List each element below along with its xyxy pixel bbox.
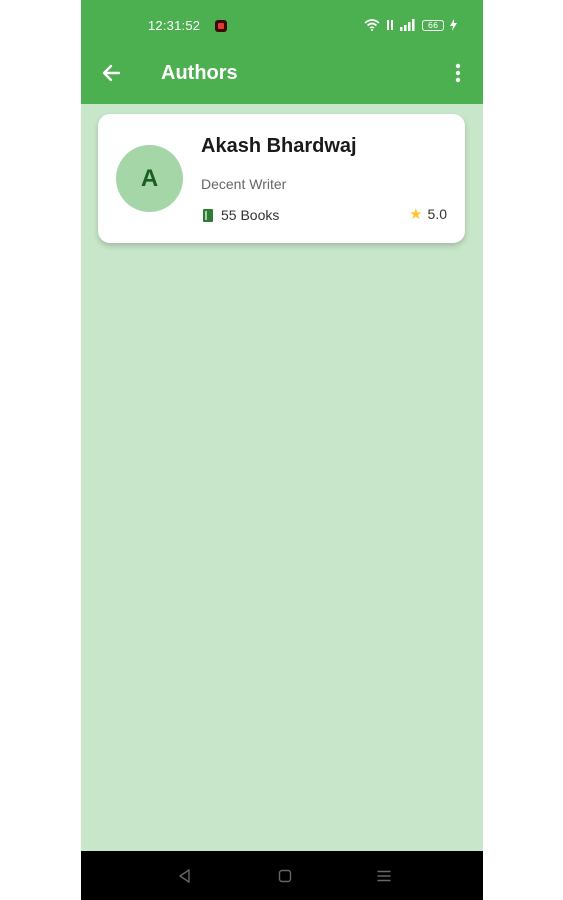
avatar-initial: A	[140, 164, 159, 192]
nav-back-button[interactable]	[174, 865, 196, 887]
app-bar: 12:31:52 66 Authors	[81, 0, 483, 104]
rating-value: 5.0	[427, 206, 447, 222]
battery-level: 66	[427, 20, 439, 30]
home-square-icon	[278, 869, 292, 883]
back-triangle-icon	[179, 869, 190, 883]
notification-app-icon	[215, 20, 227, 32]
data-arrows-icon	[387, 20, 393, 30]
more-vert-icon	[455, 63, 461, 83]
status-indicators: 66	[364, 16, 457, 34]
nav-recents-button[interactable]	[373, 865, 395, 887]
overflow-menu-button[interactable]	[447, 59, 469, 87]
wifi-icon	[364, 19, 380, 31]
star-icon: ★	[409, 205, 423, 223]
books-count: 55 Books	[203, 207, 279, 223]
recents-menu-icon	[377, 870, 391, 882]
back-button[interactable]	[97, 59, 125, 87]
nav-home-button[interactable]	[274, 865, 296, 887]
status-time: 12:31:52	[148, 18, 201, 33]
battery-icon: 66	[422, 19, 444, 31]
author-rating: ★ 5.0	[409, 206, 447, 222]
author-list: A Akash Bhardwaj Decent Writer 55 Books …	[81, 104, 483, 851]
author-description: Decent Writer	[201, 176, 287, 192]
author-card[interactable]: A Akash Bhardwaj Decent Writer 55 Books …	[98, 114, 465, 243]
books-count-label: 55 Books	[221, 207, 280, 223]
book-icon	[203, 208, 213, 222]
charging-bolt-icon	[450, 19, 457, 31]
signal-icon	[400, 19, 415, 31]
system-nav-bar	[81, 851, 483, 900]
arrow-left-icon	[102, 64, 121, 82]
page-title: Authors	[161, 62, 238, 84]
avatar: A	[116, 145, 183, 212]
phone-screen: 12:31:52 66 Authors A Akash Bhardwaj Dec…	[81, 0, 483, 900]
author-name: Akash Bhardwaj	[201, 135, 357, 157]
